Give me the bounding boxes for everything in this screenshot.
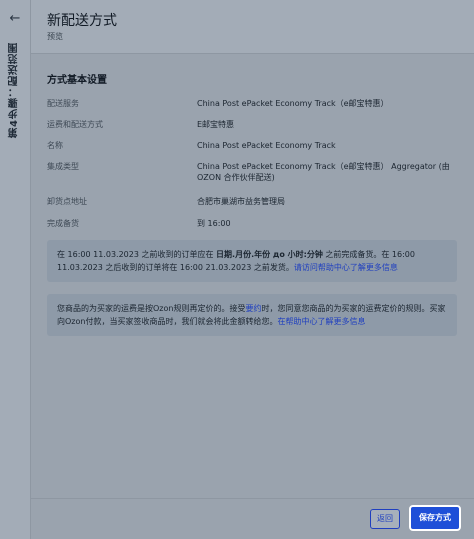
help-center-link[interactable]: 请访问帮助中心了解更多信息: [294, 263, 398, 272]
back-button[interactable]: 返回: [370, 509, 400, 529]
footer-bar: 返回 保存方式: [31, 498, 474, 539]
row-value: China Post ePacket Economy Track: [197, 141, 336, 150]
row-label: 卸货点地址: [47, 197, 87, 206]
step-label: 第4步骤：配送范围: [9, 42, 20, 138]
row-value: China Post ePacket Economy Track（e邮宝特惠）: [197, 99, 389, 108]
row-value: 合肥市巢湖市益务管理局: [197, 197, 285, 206]
row-label: 完成备货: [47, 219, 79, 228]
save-method-button[interactable]: 保存方式: [409, 505, 461, 531]
agreement-link[interactable]: 要约: [245, 304, 261, 313]
help-center-link[interactable]: 在帮助中心了解更多信息: [277, 317, 365, 326]
side-rail: ← 第4步骤：配送范围: [0, 0, 31, 539]
main-content: 方式基本设置 配送服务 China Post ePacket Economy T…: [31, 54, 474, 539]
notice-text: 在 16:00 11.03.2023 之前收到的订单应在: [57, 250, 217, 259]
notice-text: 您商品的为买家的运费是按Ozon规则再定价的。接受: [57, 304, 246, 313]
back-arrow-icon[interactable]: ←: [8, 12, 22, 26]
section-title: 方式基本设置: [47, 75, 107, 86]
row-value: E邮宝特惠: [197, 120, 235, 129]
row-label: 集成类型: [47, 162, 79, 171]
page-header: 新配送方式 预览: [31, 0, 474, 54]
shipping-deadline-notice: 在 16:00 11.03.2023 之前收到的订单应在 日期.月份.年份 до…: [47, 240, 457, 282]
page-title: 新配送方式: [47, 13, 117, 29]
row-label: 运费和配送方式: [47, 120, 103, 129]
row-value: China Post ePacket Economy Track（e邮宝特惠） …: [197, 162, 450, 182]
row-label: 名称: [47, 141, 63, 150]
pricing-notice: 您商品的为买家的运费是按Ozon规则再定价的。接受要约时，您同意您商品的为买家的…: [47, 294, 457, 336]
page-subtitle: 预览: [47, 32, 63, 41]
notice-bold-text: 日期.月份.年份 до 小时:分钟: [216, 250, 323, 259]
row-value: 到 16:00: [197, 219, 231, 228]
row-label: 配送服务: [47, 99, 79, 108]
